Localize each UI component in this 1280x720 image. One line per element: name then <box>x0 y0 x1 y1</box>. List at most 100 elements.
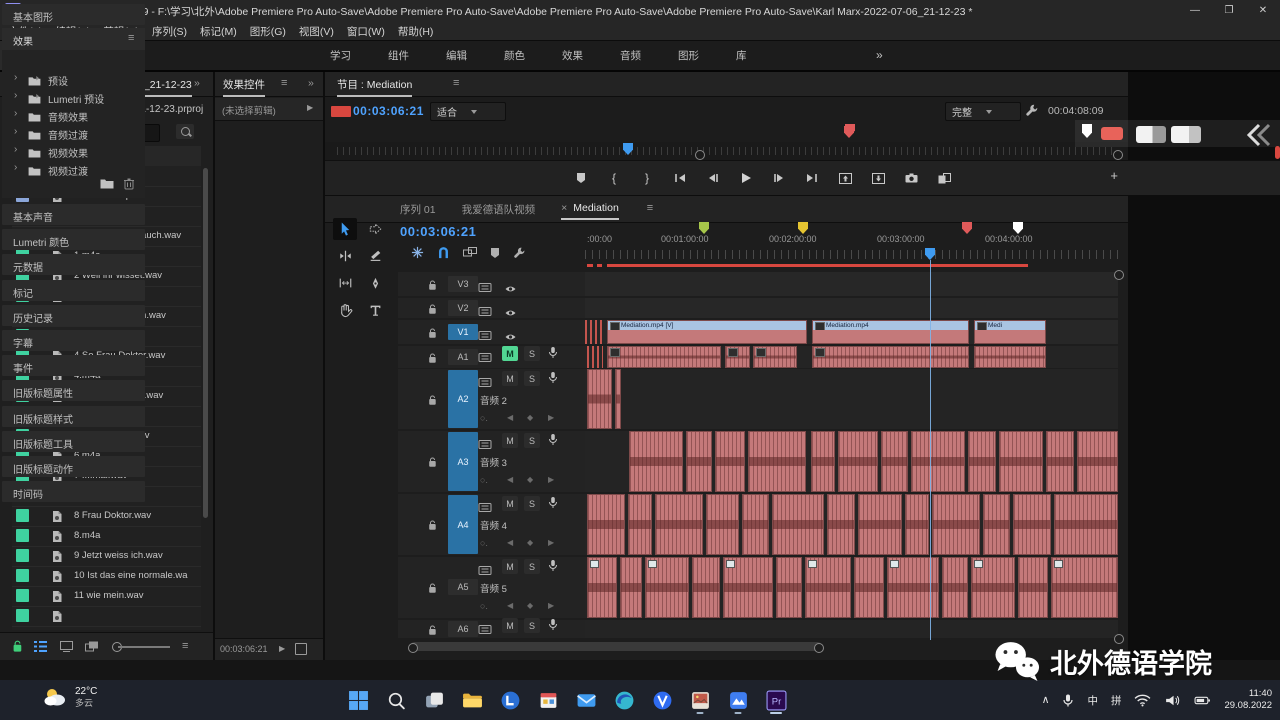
source-patch-icon[interactable] <box>478 562 492 580</box>
tab-effect-controls[interactable]: 效果控件 <box>223 77 265 97</box>
clip[interactable] <box>620 557 642 618</box>
label-color-chip[interactable] <box>16 509 29 522</box>
list-item[interactable]: 9 Jetzt weiss ich.wav <box>12 546 201 567</box>
taskbar-icon-photos[interactable] <box>687 686 713 714</box>
close-button[interactable]: ✕ <box>1246 0 1280 22</box>
clip[interactable] <box>655 494 703 555</box>
tab-program[interactable]: 节目 : Mediation <box>337 77 412 97</box>
menu-item-8[interactable]: 帮助(H) <box>398 24 434 39</box>
clip[interactable] <box>585 320 603 344</box>
panel-button-1[interactable]: Lumetri 颜色 <box>2 229 145 250</box>
taskbar-icon-mail[interactable] <box>573 686 599 714</box>
clip[interactable] <box>587 346 603 368</box>
selection-tool[interactable] <box>333 218 357 240</box>
voiceover-record-mic-icon[interactable] <box>548 433 558 451</box>
clip[interactable] <box>686 431 712 492</box>
effect-controls-overflow-chevron[interactable]: » <box>308 77 314 89</box>
source-patch-icon[interactable] <box>478 374 492 392</box>
lock-icon[interactable] <box>428 393 437 411</box>
track-id-A6[interactable]: A6 <box>448 621 478 637</box>
vscroll-top-knob[interactable] <box>1114 270 1124 280</box>
expand-chevron-icon[interactable]: › <box>14 126 17 137</box>
clip[interactable] <box>999 431 1043 492</box>
microphone-tray-icon[interactable] <box>1062 693 1074 708</box>
go-to-in-button[interactable] <box>672 170 688 186</box>
clip[interactable] <box>645 557 689 618</box>
track-id-A3[interactable]: A3 <box>448 432 478 491</box>
clip[interactable] <box>932 494 980 555</box>
mute-button[interactable]: M <box>502 496 518 511</box>
razor-tool[interactable] <box>363 245 387 267</box>
track-id-V2[interactable]: V2 <box>448 300 478 316</box>
expand-chevron-icon[interactable]: › <box>14 72 17 83</box>
sequence-marker-1[interactable] <box>798 222 808 234</box>
mark-out-button[interactable]: } <box>639 170 655 186</box>
effects-menu-icon[interactable]: ≡ <box>128 32 134 44</box>
clip[interactable] <box>812 346 969 368</box>
track-select-forward-tool[interactable] <box>363 218 387 240</box>
ime-mode-button[interactable]: 拼 <box>1111 693 1122 708</box>
voiceover-record-mic-icon[interactable] <box>548 618 558 636</box>
clip[interactable] <box>1054 494 1118 555</box>
taskbar-icon-edge[interactable] <box>611 686 637 714</box>
list-item[interactable] <box>12 606 201 627</box>
clip[interactable] <box>1046 431 1074 492</box>
source-patch-icon[interactable] <box>478 279 492 297</box>
clip[interactable] <box>607 346 721 368</box>
clip[interactable] <box>881 431 908 492</box>
lock-icon[interactable] <box>428 581 437 599</box>
clip[interactable] <box>629 431 683 492</box>
solo-button[interactable]: S <box>524 496 540 511</box>
settings-wrench-icon[interactable] <box>1025 103 1039 117</box>
clip[interactable] <box>971 557 1015 618</box>
workspace-tab-2[interactable]: 编辑 <box>446 48 467 63</box>
seekbar-zoom-knob[interactable] <box>1113 150 1123 160</box>
expand-chevron-icon[interactable]: › <box>14 144 17 155</box>
hscroll-right-knob[interactable] <box>814 643 824 653</box>
effects-tree-item-4[interactable]: ›视频效果 <box>2 142 145 160</box>
list-item[interactable]: 8.m4a <box>12 526 201 547</box>
solo-button[interactable]: S <box>524 433 540 448</box>
overlay-button-1[interactable] <box>1136 126 1166 143</box>
lock-icon[interactable] <box>428 302 437 320</box>
workspace-tab-4[interactable]: 效果 <box>562 48 583 63</box>
clip[interactable] <box>805 557 851 618</box>
list-item[interactable]: 11 wie mein.wav <box>12 586 201 607</box>
new-bin-icon[interactable] <box>100 178 114 189</box>
solo-button[interactable]: S <box>524 618 540 633</box>
list-view-button[interactable] <box>34 641 47 652</box>
source-patch-icon[interactable] <box>478 499 492 517</box>
clip[interactable] <box>1013 494 1051 555</box>
solo-button[interactable]: S <box>524 346 540 361</box>
clip[interactable] <box>615 369 621 429</box>
taskbar-icon-explorer[interactable] <box>459 686 485 714</box>
panel-button-11[interactable]: 时间码 <box>2 481 145 502</box>
expand-arrow-icon[interactable]: ▶ <box>307 103 313 112</box>
workspace-tab-0[interactable]: 学习 <box>330 48 351 63</box>
panel-button-3[interactable]: 标记 <box>2 280 145 301</box>
extract-button[interactable] <box>870 170 886 186</box>
voiceover-record-mic-icon[interactable] <box>548 496 558 514</box>
clip[interactable] <box>1018 557 1048 618</box>
panel-button-8[interactable]: 旧版标题样式 <box>2 406 145 427</box>
panel-button-0[interactable]: 基本声音 <box>2 204 145 225</box>
taskbar-icon-v-app[interactable] <box>649 686 675 714</box>
label-color-chip[interactable] <box>16 569 29 582</box>
play-button[interactable] <box>738 170 754 186</box>
menu-item-5[interactable]: 图形(G) <box>250 24 286 39</box>
clip[interactable] <box>858 494 902 555</box>
timeline-ruler[interactable]: :00:0000:01:00:0000:02:00:0000:03:00:000… <box>585 222 1118 268</box>
clip[interactable] <box>748 431 806 492</box>
clip[interactable] <box>983 494 1010 555</box>
export-frame-button[interactable] <box>903 170 919 186</box>
toggle-track-output-eye-icon[interactable] <box>504 328 517 346</box>
playback-resolution-select[interactable]: 完整 <box>945 102 1021 121</box>
hscroll-left-knob[interactable] <box>408 643 418 653</box>
icon-view-button[interactable] <box>60 641 73 652</box>
label-color-chip[interactable] <box>16 609 29 622</box>
menu-item-3[interactable]: 序列(S) <box>152 24 187 39</box>
program-seekbar[interactable] <box>325 142 1128 160</box>
effects-tree-item-0[interactable]: ›预设 <box>2 70 145 88</box>
clip[interactable] <box>1077 431 1118 492</box>
effects-tree-item-1[interactable]: ›Lumetri 预设 <box>2 88 145 106</box>
